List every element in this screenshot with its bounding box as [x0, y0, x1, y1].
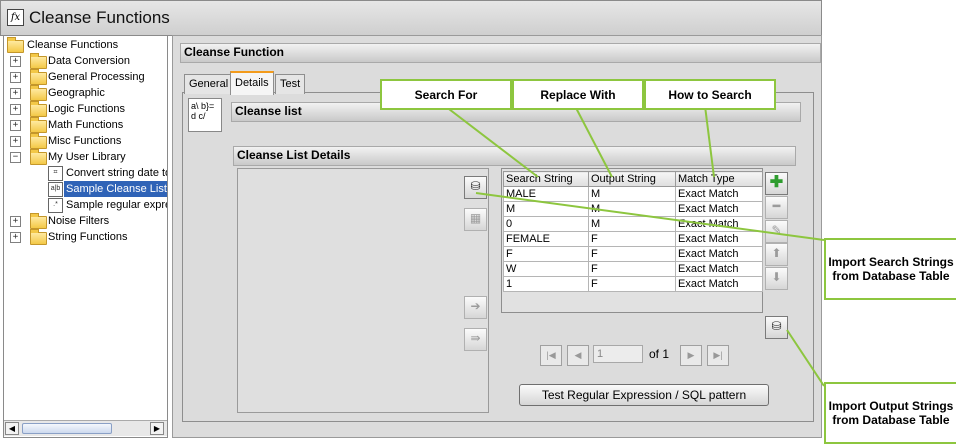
callout-import-search-strings: Import Search Strings from Database Tabl… [824, 238, 956, 300]
connector-import-search [475, 192, 825, 241]
callout-how-to-search: How to Search [644, 79, 776, 110]
connector-replace-with [574, 105, 613, 178]
connector-search-for [444, 105, 539, 178]
callout-search-for: Search For [380, 79, 512, 110]
connector-import-output [786, 329, 825, 387]
connector-how-to-search [704, 105, 715, 178]
callout-replace-with: Replace With [512, 79, 644, 110]
callout-connectors [444, 105, 825, 387]
callout-import-output-strings: Import Output Strings from Database Tabl… [824, 382, 956, 444]
